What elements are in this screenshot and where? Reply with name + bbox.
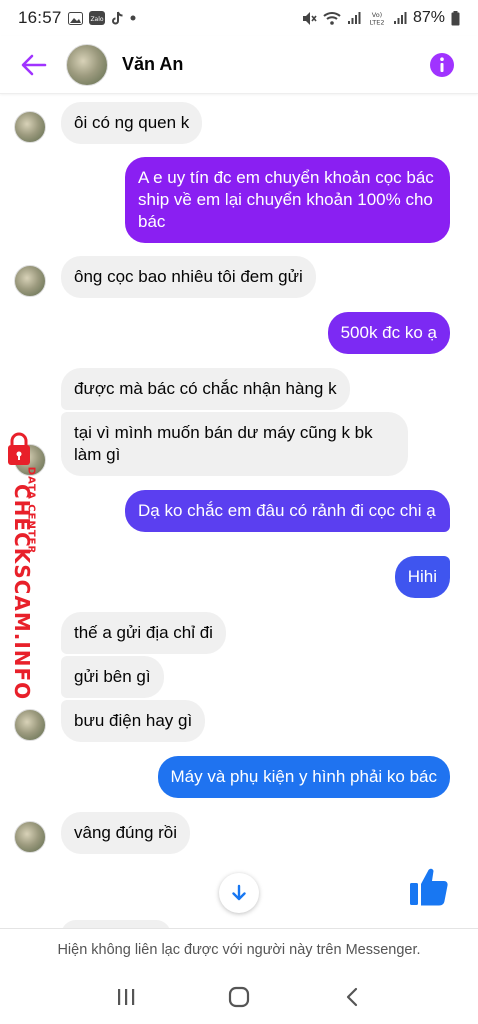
home-button[interactable] <box>219 977 259 1017</box>
wifi-icon <box>323 11 341 25</box>
info-icon <box>430 52 454 77</box>
contact-avatar[interactable] <box>66 43 108 86</box>
svg-text:LTE2: LTE2 <box>369 19 384 27</box>
scroll-to-bottom-button[interactable] <box>219 873 259 913</box>
signal-icon <box>347 11 361 25</box>
incoming-message-partial <box>61 920 171 928</box>
volte-icon: Vo) LTE2 <box>367 11 387 27</box>
incoming-message[interactable]: ôi có ng quen k <box>61 102 203 144</box>
sender-avatar[interactable] <box>14 265 46 297</box>
outgoing-message[interactable]: A e uy tín đc em chuyển khoản cọc bác sh… <box>125 157 450 243</box>
image-icon <box>67 11 83 25</box>
mute-icon <box>301 11 317 25</box>
incoming-message[interactable]: bưu điện hay gì <box>61 700 206 742</box>
incoming-message[interactable]: tại vì mình muốn bán dư máy cũng k bk là… <box>61 412 408 476</box>
status-time: 16:57 <box>18 8 62 27</box>
sender-avatar[interactable] <box>14 821 46 853</box>
arrow-down-icon <box>232 884 246 901</box>
unavailable-notice: Hiện không liên lạc được với người này t… <box>0 928 478 970</box>
system-back-button[interactable] <box>332 977 372 1017</box>
tiktok-icon <box>111 11 124 25</box>
status-left: 16:57 Zalo <box>18 8 136 28</box>
battery-percent: 87% <box>412 9 445 26</box>
contact-name[interactable]: Văn An <box>122 54 422 75</box>
thumbs-up-icon <box>410 868 448 906</box>
chevron-left-icon <box>346 987 357 1007</box>
signal-icon <box>393 11 407 25</box>
status-right: Vo) LTE2 87% <box>301 9 460 27</box>
outgoing-message[interactable]: Máy và phụ kiện y hình phải ko bác <box>157 756 450 798</box>
status-bar: 16:57 Zalo Vo) LTE2 87% <box>0 0 478 36</box>
sender-avatar[interactable] <box>14 709 46 741</box>
svg-text:Zalo: Zalo <box>90 16 103 23</box>
recent-apps-button[interactable] <box>106 977 146 1017</box>
outgoing-message[interactable]: Hihi <box>394 556 450 598</box>
system-nav-bar <box>0 970 478 1024</box>
arrow-left-icon <box>21 54 47 75</box>
sender-avatar[interactable] <box>14 111 46 143</box>
incoming-message[interactable]: gửi bên gì <box>61 656 164 698</box>
recent-apps-icon <box>118 989 135 1005</box>
message-thread[interactable]: ôi có ng quen k A e uy tín đc em chuyển … <box>0 94 478 928</box>
outgoing-message[interactable]: 500k đc ko ạ <box>327 312 450 354</box>
home-icon <box>228 986 250 1008</box>
info-button[interactable] <box>422 45 462 85</box>
incoming-message[interactable]: được mà bác có chắc nhận hàng k <box>61 368 350 410</box>
conversation-header: Văn An <box>0 36 478 94</box>
outgoing-message[interactable]: Dạ ko chắc em đâu có rảnh đi cọc chi ạ <box>125 490 450 532</box>
zalo-icon: Zalo <box>88 11 105 25</box>
incoming-message[interactable]: thế a gửi địa chỉ đi <box>61 612 226 654</box>
back-button[interactable] <box>10 41 58 89</box>
battery-icon <box>451 10 460 25</box>
sender-avatar[interactable] <box>14 444 46 476</box>
incoming-message[interactable]: ông cọc bao nhiêu tôi đem gửi <box>61 256 316 298</box>
like-button[interactable] <box>406 864 452 910</box>
incoming-message[interactable]: vâng đúng rồi <box>61 812 191 854</box>
dot-icon <box>130 11 136 25</box>
